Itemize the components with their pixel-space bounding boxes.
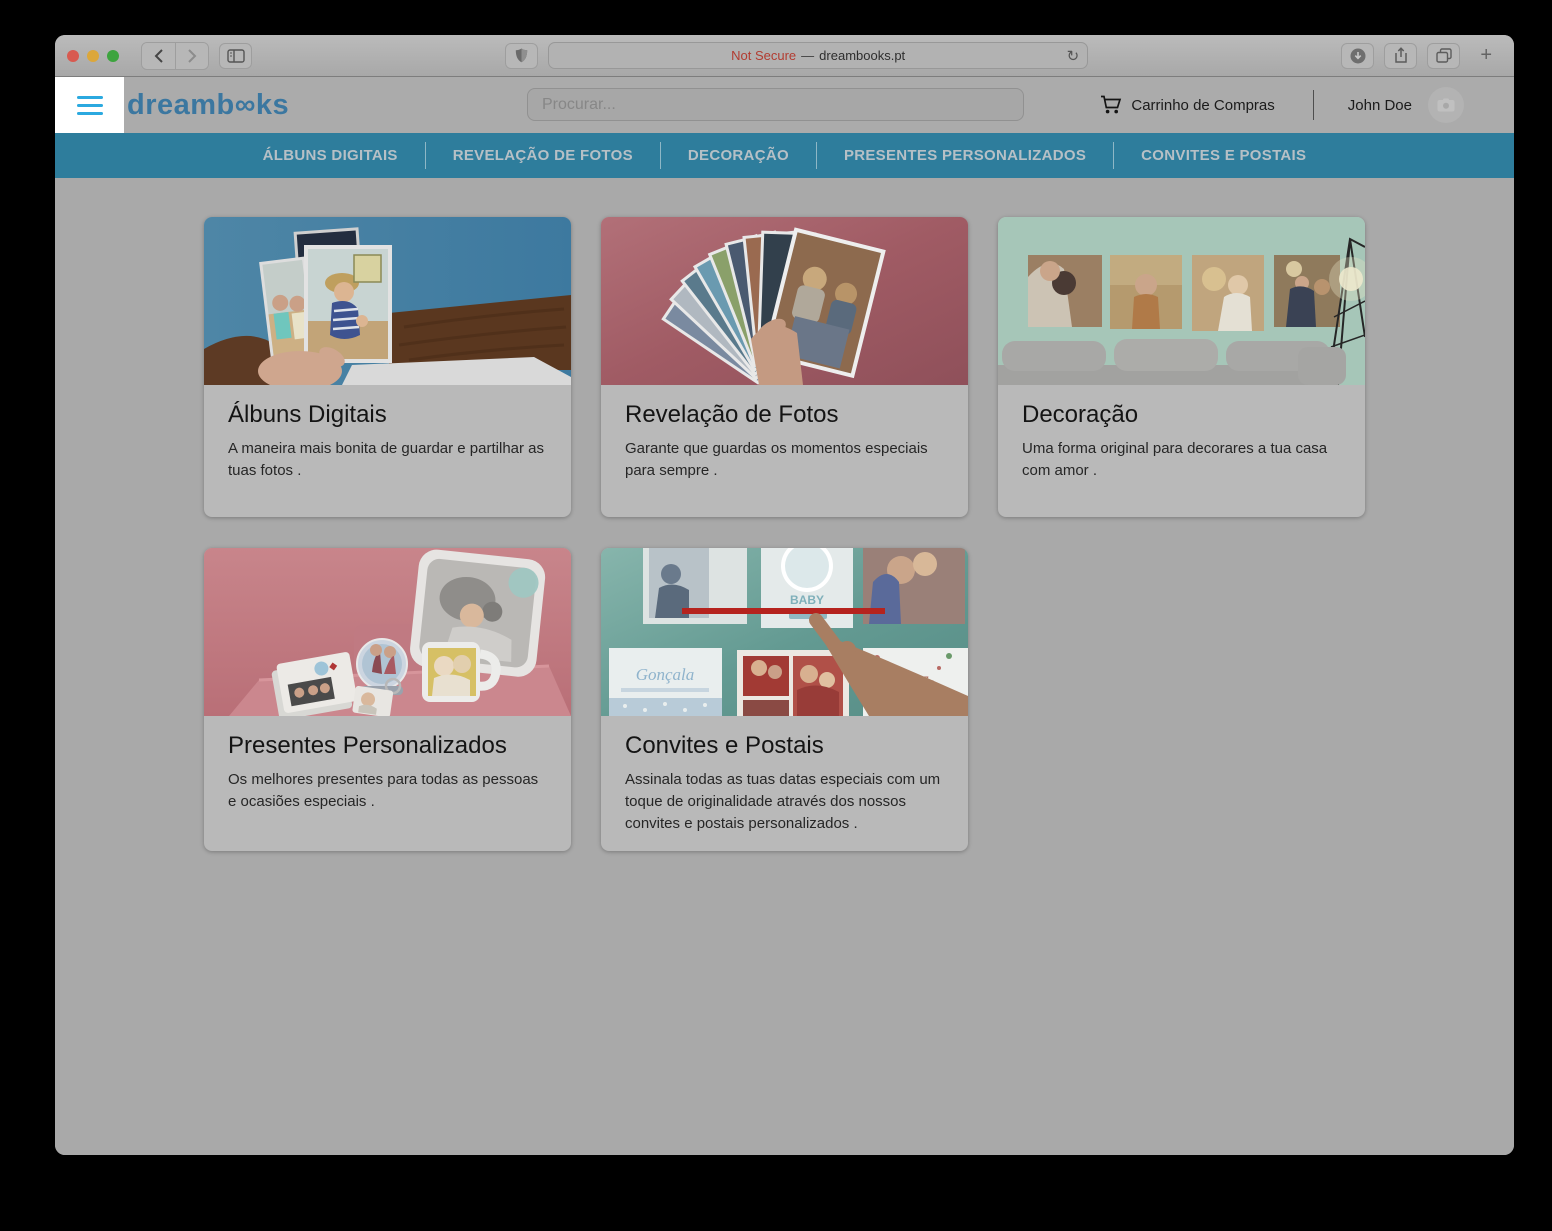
new-tab-button[interactable]: +	[1470, 44, 1502, 67]
hamburger-menu-button[interactable]	[55, 77, 124, 133]
category-card-albuns-digitais[interactable]: Álbuns Digitais A maneira mais bonita de…	[204, 217, 571, 517]
back-button[interactable]	[142, 43, 175, 69]
dreambooks-logo[interactable]: dreamb∞ks	[127, 89, 289, 122]
header-right: Carrinho de Compras John Doe	[1100, 87, 1464, 123]
hamburger-icon	[77, 96, 103, 99]
card-description: Os melhores presentes para todas as pess…	[228, 769, 547, 813]
site-header: dreamb∞ks Carrinho de Compras John Doe	[55, 77, 1514, 133]
zoom-window-button[interactable]	[107, 50, 119, 62]
share-icon	[1394, 47, 1408, 64]
card-title: Decoração	[1022, 401, 1341, 429]
safari-window: Not Secure — dreambooks.pt ↻ +	[55, 35, 1514, 1155]
albuns-digitais-image	[204, 217, 571, 385]
chevron-left-icon	[154, 49, 164, 63]
header-divider	[1313, 90, 1314, 120]
url-host: dreambooks.pt	[819, 48, 905, 63]
nav-item-presentes-personalizados[interactable]: PRESENTES PERSONALIZADOS	[817, 147, 1113, 164]
card-title: Álbuns Digitais	[228, 401, 547, 429]
avatar[interactable]	[1428, 87, 1464, 123]
card-body: Álbuns Digitais A maneira mais bonita de…	[204, 385, 571, 517]
category-navbar: ÁLBUNS DIGITAIS REVELAÇÃO DE FOTOS DECOR…	[55, 133, 1514, 178]
category-card-convites-e-postais[interactable]: BABY Gonçala	[601, 548, 968, 851]
card-body: Convites e Postais Assinala todas as tua…	[601, 716, 968, 851]
forward-button[interactable]	[175, 43, 208, 69]
svg-text:BABY: BABY	[790, 593, 824, 607]
close-window-button[interactable]	[67, 50, 79, 62]
card-description: A maneira mais bonita de guardar e parti…	[228, 438, 547, 482]
nav-item-revelacao-de-fotos[interactable]: REVELAÇÃO DE FOTOS	[426, 147, 660, 164]
card-body: Presentes Personalizados Os melhores pre…	[204, 716, 571, 848]
cart-link[interactable]: Carrinho de Compras	[1100, 95, 1274, 115]
svg-text:Gonçala: Gonçala	[636, 665, 695, 684]
cart-icon	[1100, 95, 1122, 115]
revelacao-de-fotos-image	[601, 217, 968, 385]
card-title: Convites e Postais	[625, 732, 944, 760]
reload-icon[interactable]: ↻	[1067, 47, 1080, 65]
sidebar-toggle-button[interactable]	[219, 43, 252, 69]
privacy-report-button[interactable]	[505, 43, 538, 69]
category-card-decoracao[interactable]: Decoração Uma forma original para decora…	[998, 217, 1365, 517]
category-card-revelacao-de-fotos[interactable]: Revelação de Fotos Garante que guardas o…	[601, 217, 968, 517]
chevron-right-icon	[187, 49, 197, 63]
downloads-button[interactable]	[1341, 43, 1374, 69]
search-input[interactable]	[527, 88, 1024, 121]
card-description: Assinala todas as tuas datas especiais c…	[625, 769, 944, 835]
sidebar-icon	[227, 49, 245, 63]
presentes-personalizados-image	[204, 548, 571, 716]
card-body: Decoração Uma forma original para decora…	[998, 385, 1365, 517]
card-body: Revelação de Fotos Garante que guardas o…	[601, 385, 968, 517]
decoracao-image	[998, 217, 1365, 385]
card-title: Presentes Personalizados	[228, 732, 547, 760]
page-content: Álbuns Digitais A maneira mais bonita de…	[55, 178, 1514, 1155]
category-grid: Álbuns Digitais A maneira mais bonita de…	[204, 217, 1365, 851]
minimize-window-button[interactable]	[87, 50, 99, 62]
nav-item-convites-e-postais[interactable]: CONVITES E POSTAIS	[1114, 147, 1333, 164]
traffic-lights	[67, 50, 119, 62]
browser-toolbar: Not Secure — dreambooks.pt ↻ +	[55, 35, 1514, 77]
cart-label: Carrinho de Compras	[1131, 97, 1274, 114]
photo-placeholder-icon	[1437, 98, 1455, 112]
download-icon	[1350, 48, 1366, 64]
address-bar[interactable]: Not Secure — dreambooks.pt ↻	[548, 42, 1088, 69]
tab-overview-button[interactable]	[1427, 43, 1460, 69]
tabs-icon	[1436, 48, 1452, 63]
share-button[interactable]	[1384, 43, 1417, 69]
convites-e-postais-image: BABY Gonçala	[601, 548, 968, 716]
card-title: Revelação de Fotos	[625, 401, 944, 429]
category-card-presentes-personalizados[interactable]: Presentes Personalizados Os melhores pre…	[204, 548, 571, 851]
history-nav-group	[141, 42, 209, 70]
nav-item-albuns-digitais[interactable]: ÁLBUNS DIGITAIS	[236, 147, 425, 164]
card-description: Garante que guardas os momentos especiai…	[625, 438, 944, 482]
url-separator: —	[801, 48, 814, 63]
user-name[interactable]: John Doe	[1348, 97, 1412, 114]
shield-icon	[515, 48, 528, 63]
security-label: Not Secure	[731, 48, 796, 63]
nav-item-decoracao[interactable]: DECORAÇÃO	[661, 147, 816, 164]
card-description: Uma forma original para decorares a tua …	[1022, 438, 1341, 482]
